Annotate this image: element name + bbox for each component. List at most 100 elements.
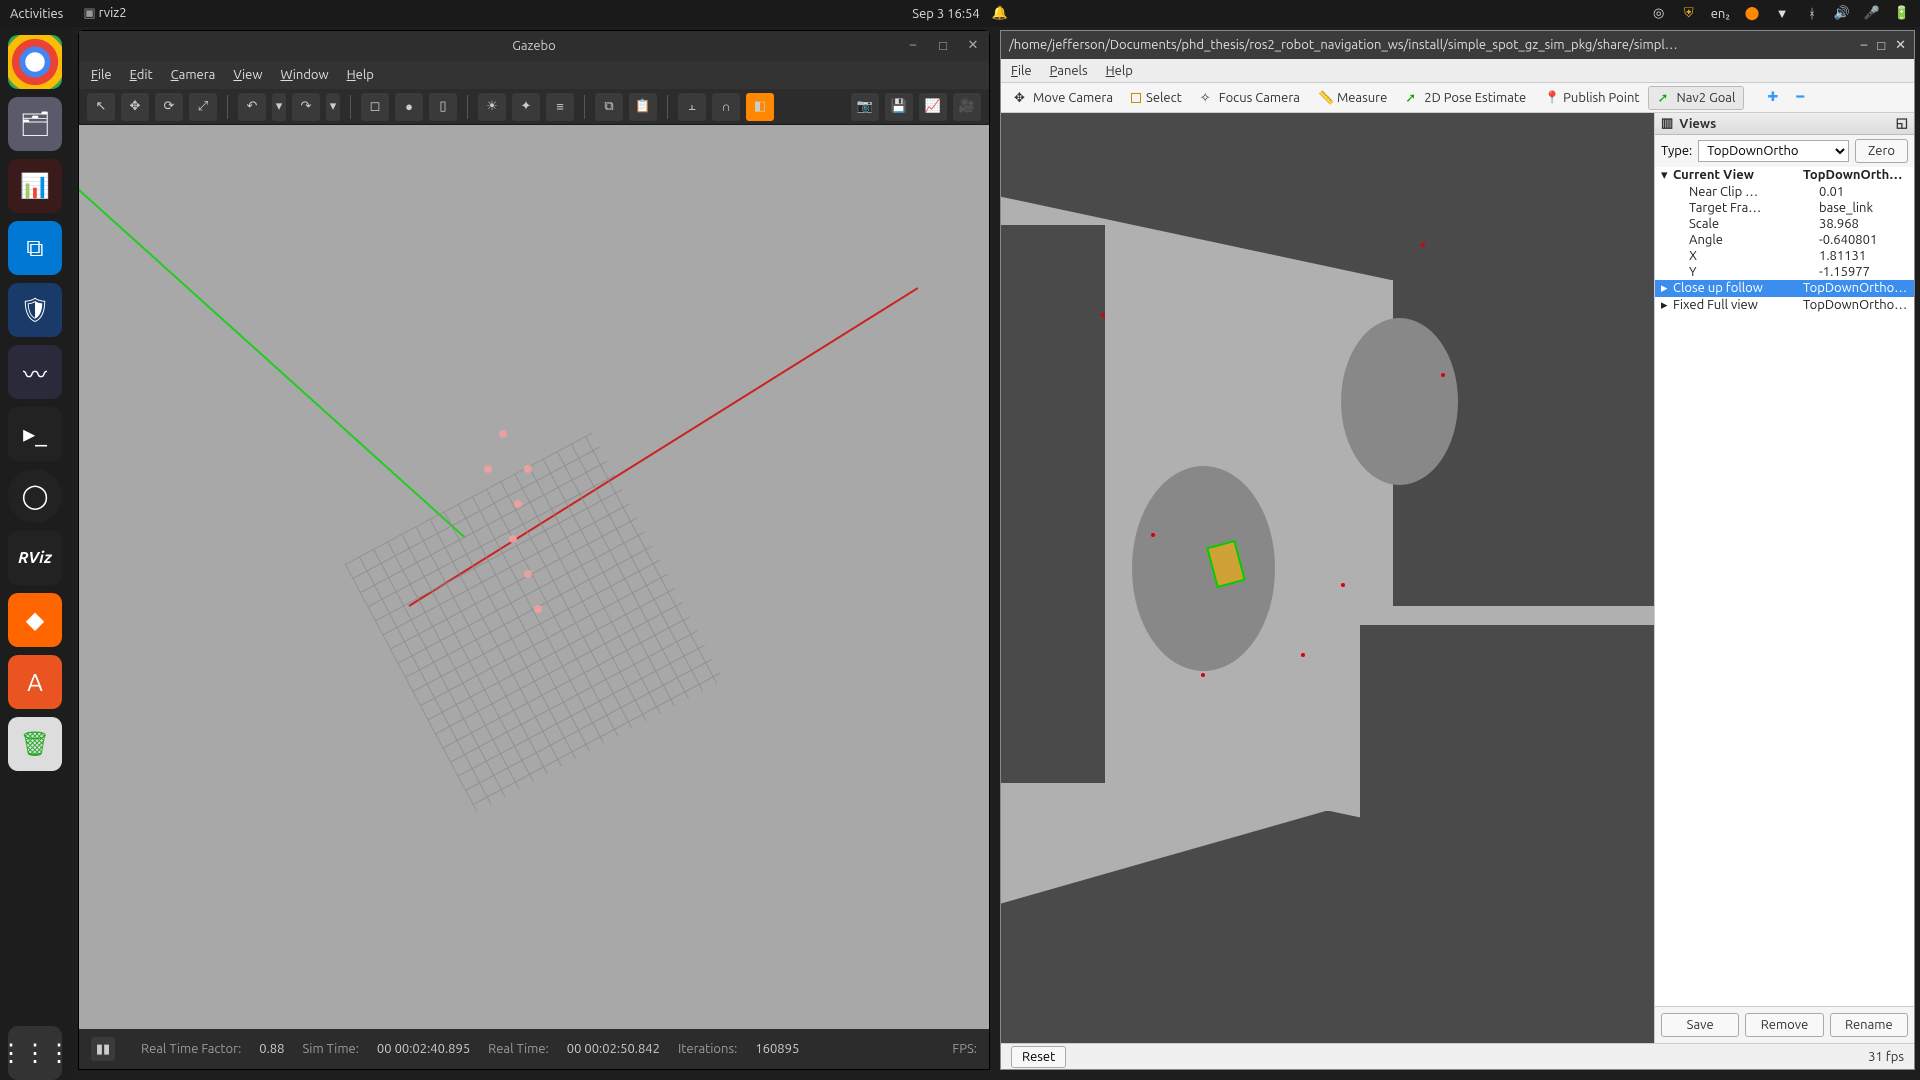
record-icon[interactable]: 🎥 <box>953 93 981 121</box>
close-button[interactable]: ✕ <box>963 35 983 55</box>
log-icon[interactable]: 💾 <box>885 93 913 121</box>
bluetooth-icon[interactable]: ᚼ <box>1804 6 1820 22</box>
plot-icon[interactable]: 📈 <box>919 93 947 121</box>
sim-obstacle <box>514 500 522 508</box>
copy-icon[interactable]: ⧉ <box>595 93 623 121</box>
minimize-button[interactable]: – <box>1861 38 1867 53</box>
zero-button[interactable]: Zero <box>1855 139 1908 163</box>
sim-obstacle <box>534 605 542 613</box>
menu-camera[interactable]: Camera <box>171 68 216 82</box>
light-dir-icon[interactable]: ≡ <box>546 93 574 121</box>
menu-window[interactable]: Window <box>280 68 328 82</box>
views-panel-header[interactable]: ▥ Views ◱ <box>1655 113 1914 135</box>
screenshot-icon[interactable]: 📷 <box>851 93 879 121</box>
translate-tool-icon[interactable]: ✥ <box>121 93 149 121</box>
redo-dropdown-icon[interactable]: ▾ <box>326 93 340 121</box>
tool-measure[interactable]: 📏Measure <box>1309 86 1396 110</box>
screen-record-icon[interactable]: ⬤ <box>1744 6 1760 22</box>
obs-tray-icon[interactable]: ◎ <box>1651 6 1667 22</box>
nav2-icon: ➚ <box>1657 91 1671 105</box>
tool-select[interactable]: Select <box>1122 86 1191 110</box>
dock-vscode[interactable]: ⧉ <box>8 221 62 275</box>
sphere-primitive-icon[interactable]: ● <box>395 93 423 121</box>
tool-publish-point[interactable]: 📍Publish Point <box>1535 86 1648 110</box>
rviz-3d-view[interactable] <box>1001 113 1654 1043</box>
app-indicator[interactable]: ▣ rviz2 <box>83 6 126 21</box>
gazebo-toolbar: ↖ ✥ ⟳ ⤢ ↶ ▾ ↷ ▾ ◻ ● ▯ ☀ ✦ ≡ ⧉ 📋 ⫠ ∩ ◧ 📷 … <box>79 89 989 125</box>
dock-monitor[interactable]: 📊 <box>8 159 62 213</box>
maximize-button[interactable]: □ <box>933 35 953 55</box>
fps-display: 31 fps <box>1868 1050 1904 1064</box>
remove-view-button[interactable]: Remove <box>1745 1013 1823 1037</box>
dock-software[interactable]: A <box>8 655 62 709</box>
rotate-tool-icon[interactable]: ⟳ <box>155 93 183 121</box>
undo-dropdown-icon[interactable]: ▾ <box>272 93 286 121</box>
dock-rviz[interactable]: RViz <box>8 531 62 585</box>
simtime-value: 00 00:02:40.895 <box>377 1042 470 1056</box>
save-view-button[interactable]: Save <box>1661 1013 1739 1037</box>
light-point-icon[interactable]: ☀ <box>478 93 506 121</box>
dock-chrome[interactable] <box>8 35 62 89</box>
input-language[interactable]: en₂ <box>1711 7 1730 21</box>
menu-panels[interactable]: Panels <box>1050 64 1088 78</box>
notification-icon[interactable]: 🔔 <box>992 6 1008 22</box>
sim-obstacle <box>524 465 532 473</box>
menu-edit[interactable]: Edit <box>130 68 153 82</box>
menu-file[interactable]: File <box>91 68 112 82</box>
tool-2d-pose-estimate[interactable]: ➚2D Pose Estimate <box>1396 86 1535 110</box>
iterations-label: Iterations: <box>678 1042 737 1056</box>
menu-help[interactable]: Help <box>347 68 374 82</box>
box-primitive-icon[interactable]: ◻ <box>361 93 389 121</box>
dock-terminal[interactable]: ▸_ <box>8 407 62 461</box>
dock-gazebo[interactable]: ◆ <box>8 593 62 647</box>
rename-view-button[interactable]: Rename <box>1830 1013 1908 1037</box>
view-type-select[interactable]: TopDownOrtho <box>1698 140 1849 162</box>
tool-add[interactable]: ✚ <box>1758 86 1787 110</box>
dock-obs[interactable]: ◯ <box>8 469 62 523</box>
gazebo-3d-view[interactable] <box>79 125 989 1029</box>
tool-move-camera[interactable]: ✥Move Camera <box>1005 86 1122 110</box>
redo-icon[interactable]: ↷ <box>292 93 320 121</box>
reset-button[interactable]: Reset <box>1011 1046 1066 1068</box>
views-tree[interactable]: ▾Current ViewTopDownOrtho … Near Clip …0… <box>1655 167 1914 1006</box>
paste-icon[interactable]: 📋 <box>629 93 657 121</box>
volume-icon[interactable]: 🔊 <box>1834 6 1850 22</box>
dock-trash[interactable]: 🗑 <box>8 717 62 771</box>
light-spot-icon[interactable]: ✦ <box>512 93 540 121</box>
wifi-icon[interactable]: ▼ <box>1774 6 1790 22</box>
minimize-button[interactable]: – <box>903 35 923 55</box>
rviz-title-path: /home/jefferson/Documents/phd_thesis/ros… <box>1009 38 1678 52</box>
scale-tool-icon[interactable]: ⤢ <box>189 93 217 121</box>
panel-float-icon[interactable]: ◱ <box>1896 116 1908 131</box>
select-tool-icon[interactable]: ↖ <box>87 93 115 121</box>
dock-files[interactable]: 🗂 <box>8 97 62 151</box>
focus-icon: ✧ <box>1200 91 1214 105</box>
maximize-button[interactable]: □ <box>1877 38 1885 53</box>
snap-icon[interactable]: ∩ <box>712 93 740 121</box>
dock-activity[interactable]: 〰 <box>8 345 62 399</box>
align-icon[interactable]: ⫠ <box>678 93 706 121</box>
activities-button[interactable]: Activities <box>10 7 63 21</box>
sim-obstacle <box>524 570 532 578</box>
gazebo-titlebar[interactable]: Gazebo – □ ✕ <box>79 31 989 61</box>
menu-help[interactable]: Help <box>1106 64 1133 78</box>
tool-nav2-goal[interactable]: ➚Nav2 Goal <box>1648 86 1744 110</box>
clock[interactable]: Sep 3 16:54 <box>912 7 979 21</box>
menu-view[interactable]: View <box>233 68 262 82</box>
dock-security[interactable]: 🛡 <box>8 283 62 337</box>
close-button[interactable]: ✕ <box>1895 38 1906 53</box>
mic-icon[interactable]: 🎤 <box>1864 6 1880 22</box>
undo-icon[interactable]: ↶ <box>238 93 266 121</box>
tool-focus-camera[interactable]: ✧Focus Camera <box>1191 86 1309 110</box>
view-angle-icon[interactable]: ◧ <box>746 93 774 121</box>
system-top-bar: Activities ▣ rviz2 Sep 3 16:54 🔔 ◎ ⛨ en₂… <box>0 0 1920 27</box>
battery-icon[interactable]: 🔋 <box>1894 6 1910 22</box>
cylinder-primitive-icon[interactable]: ▯ <box>429 93 457 121</box>
tool-remove[interactable]: ━ <box>1787 86 1813 110</box>
pause-button[interactable]: ▮▮ <box>91 1037 115 1061</box>
gazebo-status-bar: ▮▮ Real Time Factor: 0.88 Sim Time: 00 0… <box>79 1029 989 1069</box>
rviz-titlebar[interactable]: /home/jefferson/Documents/phd_thesis/ros… <box>1001 31 1914 59</box>
menu-file[interactable]: File <box>1011 64 1032 78</box>
shield-icon[interactable]: ⛨ <box>1681 6 1697 22</box>
dock-show-apps[interactable]: ⋮⋮⋮ <box>8 1026 62 1080</box>
